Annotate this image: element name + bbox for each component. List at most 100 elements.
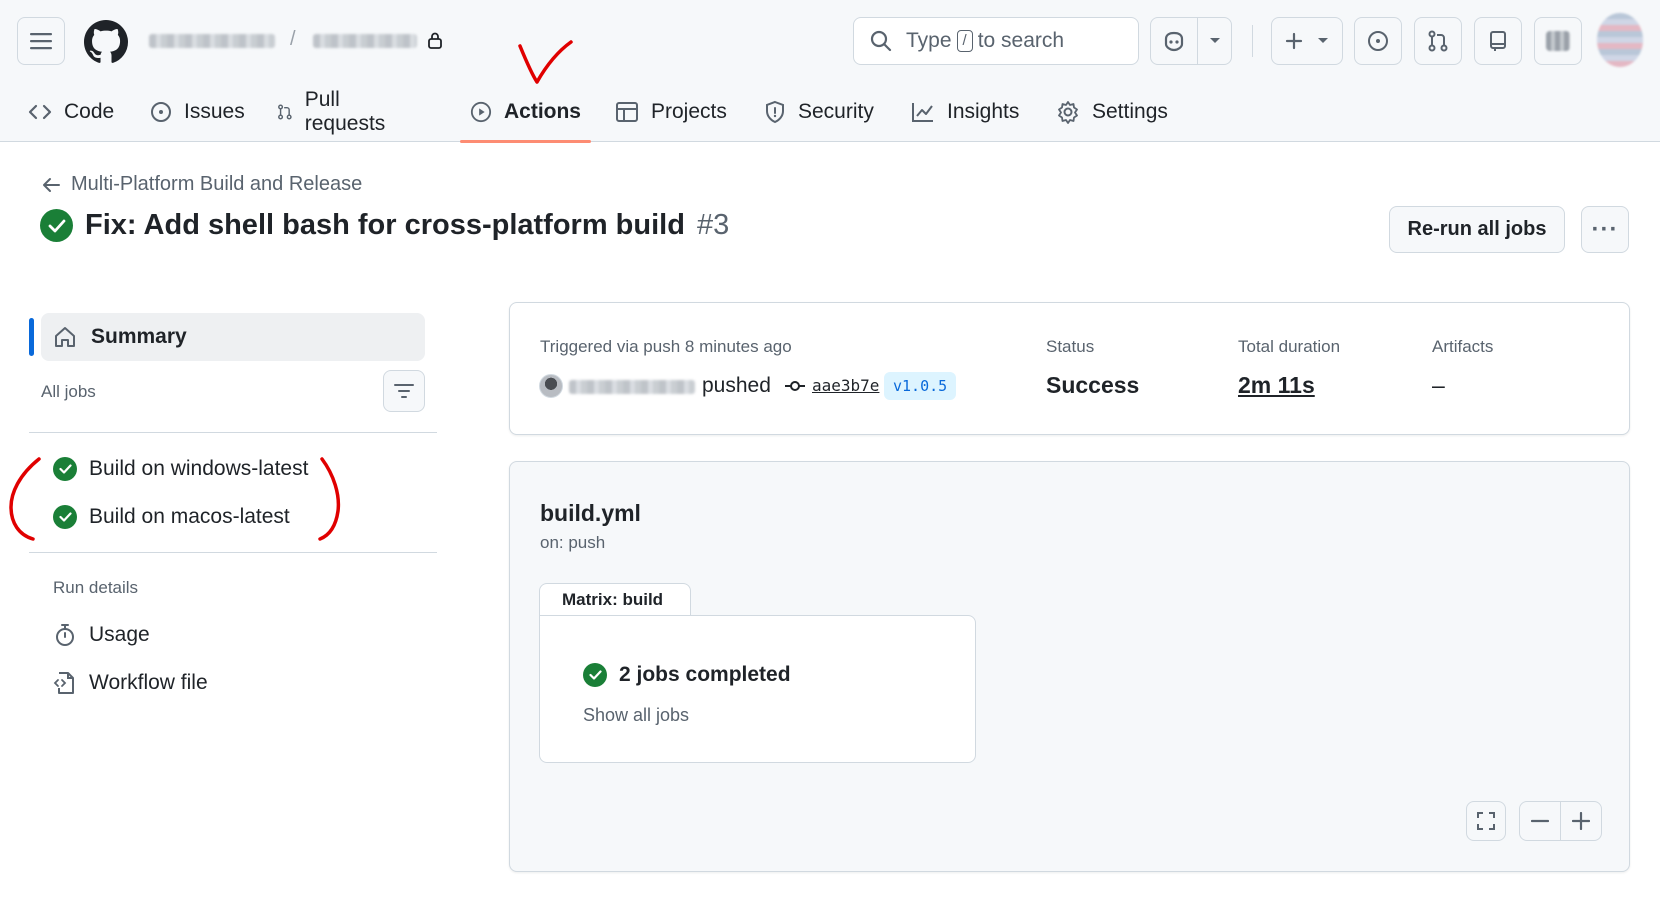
tab-issues[interactable]: Issues xyxy=(140,82,255,142)
owner-name[interactable] xyxy=(149,34,275,48)
check-circle-icon xyxy=(53,505,77,529)
hamburger-icon xyxy=(30,33,52,50)
search-icon xyxy=(870,30,892,52)
all-jobs-heading: All jobs xyxy=(41,382,96,401)
duration-value[interactable]: 2m 11s xyxy=(1238,372,1315,399)
issues-shortcut-button[interactable] xyxy=(1354,17,1402,65)
tab-insights[interactable]: Insights xyxy=(901,82,1029,142)
zoom-controls xyxy=(1519,801,1602,841)
tab-settings[interactable]: Settings xyxy=(1046,82,1178,142)
sidebar-item-label: Summary xyxy=(91,325,187,348)
notifications-button[interactable] xyxy=(1474,17,1522,65)
workflow-trigger: on: push xyxy=(540,533,606,552)
user-avatar[interactable] xyxy=(1597,13,1643,67)
file-code-icon xyxy=(53,672,74,694)
tab-settings-label: Settings xyxy=(1092,100,1168,123)
run-summary-card xyxy=(509,302,1630,435)
shield-icon xyxy=(766,100,784,124)
copilot-icon xyxy=(1164,31,1184,52)
search-shortcut-key: / xyxy=(956,30,973,52)
duration-label: Total duration xyxy=(1238,337,1341,356)
run-details-heading: Run details xyxy=(53,578,139,597)
tab-security[interactable]: Security xyxy=(754,82,884,142)
arrow-left-icon xyxy=(43,177,60,192)
header-divider xyxy=(1252,25,1253,57)
copilot-button[interactable] xyxy=(1150,17,1198,65)
top-bar: / Type / to search Code Issues Pull requ… xyxy=(0,0,1660,143)
tab-pull-requests-label: Pull requests xyxy=(304,88,386,135)
tab-security-label: Security xyxy=(798,100,874,123)
home-icon xyxy=(55,327,75,347)
status-label: Status xyxy=(1046,337,1095,356)
workflow-name: Multi-Platform Build and Release xyxy=(71,173,363,195)
copilot-dropdown-button[interactable] xyxy=(1197,17,1232,65)
rerun-all-jobs-button[interactable]: Re-run all jobs xyxy=(1389,206,1565,253)
menu-button[interactable] xyxy=(17,17,65,65)
back-to-workflow-link[interactable]: Multi-Platform Build and Release xyxy=(41,173,362,196)
sidebar-item-workflow-file[interactable]: Workflow file xyxy=(53,671,208,695)
run-title: Fix: Add shell bash for cross-platform b… xyxy=(85,209,685,241)
artifacts-label: Artifacts xyxy=(1432,337,1494,356)
jobs-completed-row: 2 jobs completed xyxy=(583,663,791,687)
create-new-button[interactable] xyxy=(1271,17,1343,65)
inbox-icon xyxy=(1490,31,1506,51)
extension-button[interactable] xyxy=(1534,17,1582,65)
tab-actions-label: Actions xyxy=(503,100,581,123)
zoom-out-button[interactable] xyxy=(1520,802,1561,840)
code-icon xyxy=(28,104,52,120)
pusher-avatar[interactable] xyxy=(539,374,563,398)
tab-code-label: Code xyxy=(64,100,115,123)
zoom-in-button[interactable] xyxy=(1561,802,1602,840)
show-all-jobs-link[interactable]: Show all jobs xyxy=(583,705,689,726)
commit-sha: aae3b7e xyxy=(812,376,880,395)
search-suffix: to search xyxy=(977,29,1065,52)
commit-link[interactable]: aae3b7e xyxy=(784,376,879,395)
pull-request-icon xyxy=(278,104,292,120)
trigger-text: Triggered via push 8 minutes ago xyxy=(540,337,792,356)
status-value: Success xyxy=(1046,372,1140,398)
sidebar-item-summary[interactable]: Summary xyxy=(41,313,425,361)
github-logo-icon[interactable] xyxy=(84,20,128,64)
tab-pull-requests[interactable]: Pull requests xyxy=(267,82,402,142)
tab-code[interactable]: Code xyxy=(18,82,124,142)
annotation-left-bracket xyxy=(9,457,41,541)
caret-down-icon xyxy=(1318,38,1328,43)
issue-icon xyxy=(151,102,171,122)
sidebar-item-usage[interactable]: Usage xyxy=(53,623,150,647)
play-icon xyxy=(470,101,492,123)
pushed-text: pushed xyxy=(702,374,771,397)
stopwatch-icon xyxy=(56,624,74,646)
tab-actions[interactable]: Actions xyxy=(460,82,591,143)
issue-icon xyxy=(1368,31,1388,51)
lock-icon xyxy=(428,32,442,49)
gear-icon xyxy=(1058,101,1078,124)
filter-jobs-button[interactable] xyxy=(383,370,425,412)
pull-requests-shortcut-button[interactable] xyxy=(1414,17,1462,65)
plus-icon xyxy=(1571,812,1590,830)
minus-icon xyxy=(1530,819,1549,823)
annotation-right-bracket xyxy=(318,457,341,541)
more-options-button[interactable]: ··· xyxy=(1581,206,1629,253)
matrix-job-box[interactable] xyxy=(539,615,976,763)
search-prefix: Type xyxy=(906,29,952,52)
tab-projects[interactable]: Projects xyxy=(605,82,737,142)
repo-name[interactable] xyxy=(313,34,417,48)
tab-issues-label: Issues xyxy=(184,100,245,123)
check-circle-icon xyxy=(40,209,73,242)
pull-request-icon xyxy=(1428,30,1448,52)
run-number: #3 xyxy=(696,209,730,241)
tag-badge[interactable]: v1.0.5 xyxy=(884,372,957,400)
sidebar-divider xyxy=(29,432,437,433)
filter-icon xyxy=(394,384,414,398)
search-input[interactable]: Type / to search xyxy=(853,17,1139,65)
active-indicator xyxy=(29,318,34,356)
sidebar-job-label: Build on windows-latest xyxy=(89,457,309,480)
sidebar-job-macos[interactable]: Build on macos-latest xyxy=(53,505,290,529)
sidebar-job-windows[interactable]: Build on windows-latest xyxy=(53,457,308,481)
fullscreen-button[interactable] xyxy=(1466,801,1506,841)
tab-insights-label: Insights xyxy=(947,100,1020,123)
commit-icon xyxy=(785,380,805,391)
pusher-name[interactable] xyxy=(569,380,695,394)
artifacts-value: – xyxy=(1432,372,1445,398)
page-title: Fix: Add shell bash for cross-platform b… xyxy=(40,209,729,242)
